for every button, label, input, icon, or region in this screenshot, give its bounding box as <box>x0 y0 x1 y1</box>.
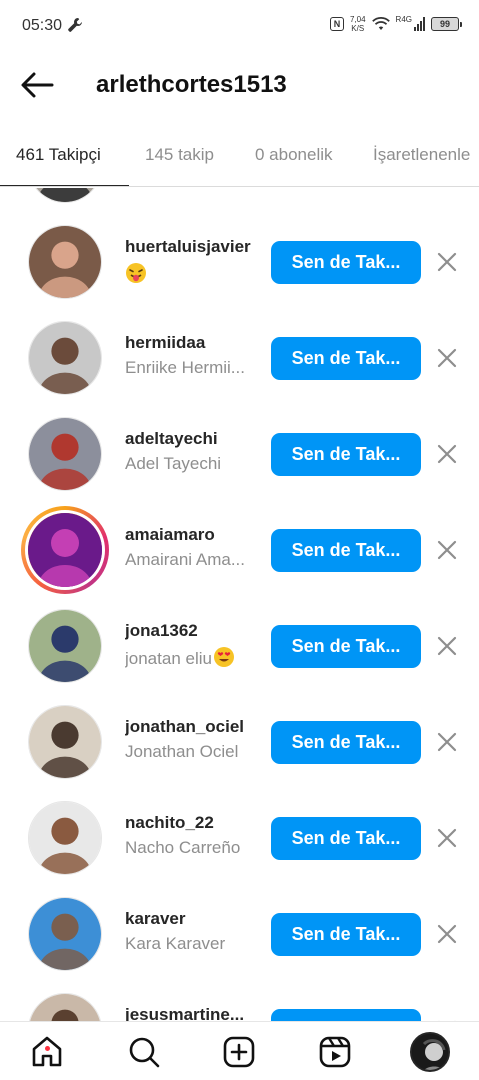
full-name-text: Enriike Hermii... <box>125 358 245 377</box>
close-icon[interactable] <box>436 923 458 945</box>
close-icon[interactable] <box>436 635 458 657</box>
profile-avatar-icon[interactable] <box>410 1032 450 1072</box>
follow-back-button[interactable]: Sen de Tak... <box>271 913 421 956</box>
wrench-icon <box>68 18 82 32</box>
list-item[interactable]: jonathan_ociel Jonathan Ociel Sen de Tak..… <box>0 694 479 790</box>
tab-followers[interactable]: 461 Takipçi <box>16 145 101 165</box>
list-item[interactable]: adeltayechi Adel Tayechi Sen de Tak... <box>0 406 479 502</box>
avatar[interactable] <box>28 417 102 491</box>
create-plus-icon[interactable] <box>222 1035 256 1069</box>
signal-icon <box>414 17 425 31</box>
full-name-text: Adel Tayechi <box>125 454 222 473</box>
page-title: arlethcortes1513 <box>96 71 287 98</box>
follow-back-button[interactable]: Sen de Tak... <box>271 625 421 668</box>
status-time: 05:30 <box>22 17 63 34</box>
close-icon[interactable] <box>436 443 458 465</box>
heart-eyes-icon <box>213 646 235 673</box>
username[interactable]: jonathan_ociel <box>125 717 260 737</box>
follow-back-button[interactable]: Sen de Tak... <box>271 1009 421 1021</box>
wifi-icon <box>371 17 390 30</box>
full-name: Amairani Ama... <box>125 550 257 570</box>
full-name-text: Jonathan Ociel <box>125 742 239 761</box>
close-icon[interactable] <box>436 731 458 753</box>
avatar[interactable] <box>28 705 102 779</box>
full-name-text: Nacho Carreño <box>125 838 241 857</box>
close-icon[interactable] <box>436 827 458 849</box>
tab-indicator <box>0 185 129 186</box>
avatar[interactable] <box>28 188 102 203</box>
tab-following[interactable]: 145 takip <box>145 145 214 165</box>
list-item[interactable]: hermiidaa Enriike Hermii... Sen de Tak... <box>0 310 479 406</box>
home-icon[interactable] <box>30 1035 64 1069</box>
header: arlethcortes1513 <box>0 52 479 118</box>
arrow-left-icon[interactable] <box>18 68 56 102</box>
avatar[interactable] <box>28 609 102 683</box>
follow-back-button[interactable]: Sen de Tak... <box>271 433 421 476</box>
network-speed-value: 7,04 <box>349 15 366 24</box>
full-name-text: jonatan eliu <box>125 648 212 668</box>
notification-dot <box>45 1046 50 1051</box>
full-name: Enriike Hermii... <box>125 358 257 378</box>
full-name: Kara Karaver <box>125 934 257 954</box>
avatar[interactable] <box>28 321 102 395</box>
bottom-nav <box>0 1021 479 1080</box>
reels-icon[interactable] <box>318 1035 352 1069</box>
nfc-icon: N <box>329 17 344 31</box>
follower-list[interactable]: huertaluisjavier Sen de Tak... hermiidaa En… <box>0 188 479 1021</box>
network-speed: 7,04 K/S <box>350 15 366 33</box>
battery-level: 99 <box>439 19 450 29</box>
tab-bar: 461 Takipçi 145 takip 0 abonelik İşaretl… <box>0 130 479 187</box>
username[interactable]: karaver <box>125 909 260 929</box>
avatar[interactable] <box>28 225 102 299</box>
follow-back-button[interactable]: Sen de Tak... <box>271 817 421 860</box>
tab-tagged[interactable]: İşaretlenenle <box>373 145 470 165</box>
full-name-text: Amairani Ama... <box>125 550 245 569</box>
avatar[interactable] <box>28 993 102 1021</box>
network-type: R4G <box>395 15 412 24</box>
status-bar: 05:30 N 7,04 K/S R4G 99 <box>0 0 479 52</box>
network-speed-unit: K/S <box>351 24 365 33</box>
search-icon[interactable] <box>127 1035 161 1069</box>
username[interactable]: jona1362 <box>125 621 260 641</box>
close-icon[interactable] <box>436 251 458 273</box>
follow-back-button[interactable]: Sen de Tak... <box>271 241 421 284</box>
follow-back-button[interactable]: Sen de Tak... <box>271 337 421 380</box>
status-icons: N 7,04 K/S R4G 99 <box>329 15 462 33</box>
battery-icon: 99 <box>431 17 462 31</box>
full-name-text: Kara Karaver <box>125 934 226 953</box>
list-item[interactable]: amaiamaro Amairani Ama... Sen de Tak... <box>0 502 479 598</box>
list-item[interactable] <box>0 188 479 214</box>
list-item[interactable]: jona1362 jonatan eliu Sen de Tak... <box>0 598 479 694</box>
avatar[interactable] <box>21 506 109 594</box>
username[interactable]: nachito_22 <box>125 813 260 833</box>
list-item[interactable]: karaver Kara Karaver Sen de Tak... <box>0 886 479 982</box>
full-name: Nacho Carreño <box>125 838 257 858</box>
full-name: Jonathan Ociel <box>125 742 257 762</box>
username[interactable]: amaiamaro <box>125 525 260 545</box>
username[interactable]: huertaluisjavier <box>125 237 260 257</box>
close-icon[interactable] <box>436 539 458 561</box>
list-item[interactable]: nachito_22 Nacho Carreño Sen de Tak... <box>0 790 479 886</box>
avatar[interactable] <box>28 897 102 971</box>
username[interactable]: hermiidaa <box>125 333 260 353</box>
story-ring <box>25 510 105 590</box>
follow-back-button[interactable]: Sen de Tak... <box>271 529 421 572</box>
full-name: Adel Tayechi <box>125 454 257 474</box>
close-icon[interactable] <box>436 347 458 369</box>
follow-back-button[interactable]: Sen de Tak... <box>271 721 421 764</box>
full-name: jonatan eliu <box>125 646 257 673</box>
face-with-tongue-icon <box>125 262 147 284</box>
list-item[interactable]: huertaluisjavier Sen de Tak... <box>0 214 479 310</box>
tab-subscriptions[interactable]: 0 abonelik <box>255 145 333 165</box>
list-item[interactable]: jesusmartine... Sen de Tak... <box>0 982 479 1021</box>
username[interactable]: jesusmartine... <box>125 1005 260 1021</box>
username[interactable]: adeltayechi <box>125 429 260 449</box>
avatar[interactable] <box>28 801 102 875</box>
